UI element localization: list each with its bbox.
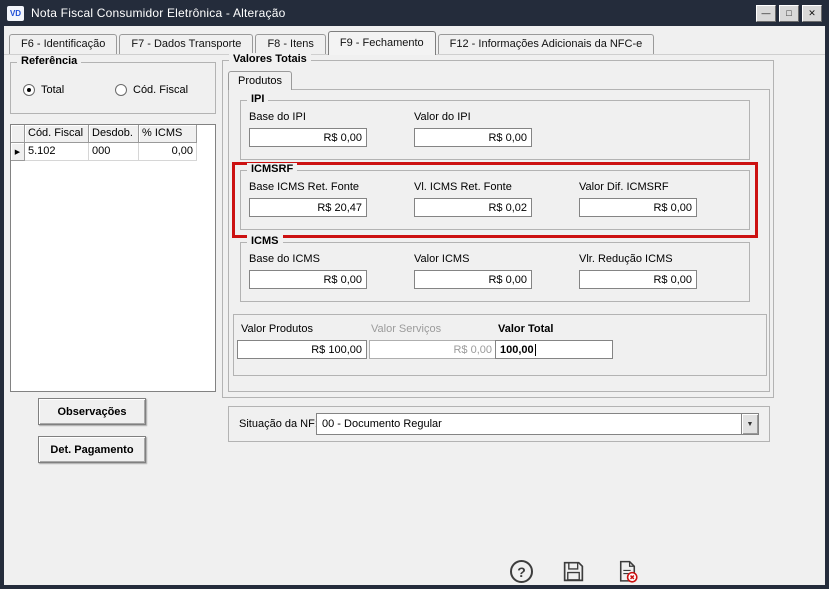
save-icon xyxy=(563,561,584,582)
tab-f6-identificacao[interactable]: F6 - Identificação xyxy=(9,34,118,54)
radio-total-label: Total xyxy=(41,84,65,96)
radio-cod-fiscal-label: Cód. Fiscal xyxy=(133,84,189,96)
valor-icms-label: Valor ICMS xyxy=(414,253,470,265)
cell-cod-fiscal: 5.102 xyxy=(25,143,89,161)
grid-col-desdob[interactable]: Desdob. xyxy=(89,125,139,143)
det-pagamento-button[interactable]: Det. Pagamento xyxy=(38,436,146,463)
ipi-group: IPI Base do IPI R$ 0,00 Valor do IPI R$ … xyxy=(240,93,750,160)
situacao-select[interactable]: 00 - Documento Regular ▼ xyxy=(316,413,759,435)
valor-servicos-label: Valor Serviços xyxy=(371,323,442,335)
valor-ipi-field[interactable]: R$ 0,00 xyxy=(414,128,532,147)
maximize-button[interactable]: □ xyxy=(779,4,799,22)
vlr-reducao-icms-field[interactable]: R$ 0,00 xyxy=(579,270,697,289)
icms-group: ICMS Base do ICMS R$ 0,00 Valor ICMS R$ … xyxy=(240,235,750,302)
grid-col-cod-fiscal[interactable]: Cód. Fiscal xyxy=(25,125,89,143)
vl-icms-ret-fonte-label: Vl. ICMS Ret. Fonte xyxy=(414,181,512,193)
close-icon: ✕ xyxy=(808,7,816,18)
minimize-button[interactable]: — xyxy=(756,4,776,22)
text-caret xyxy=(534,343,536,356)
grid-indicator-header xyxy=(11,125,25,143)
totais-box: Valor Produtos R$ 100,00 Valor Serviços … xyxy=(233,314,767,376)
observacoes-button[interactable]: Observações xyxy=(38,398,146,425)
valor-icms-field[interactable]: R$ 0,00 xyxy=(414,270,532,289)
radio-option-cod-fiscal[interactable]: Cód. Fiscal xyxy=(115,83,188,97)
cell-icms: 0,00 xyxy=(139,143,197,161)
valor-dif-icmsrf-label: Valor Dif. ICMSRF xyxy=(579,181,669,193)
tab-produtos[interactable]: Produtos xyxy=(228,71,293,90)
dropdown-button[interactable]: ▼ xyxy=(741,414,758,434)
ipi-title: IPI xyxy=(247,93,269,105)
icmsrf-title: ICMSRF xyxy=(247,163,298,175)
situacao-label: Situação da NF: xyxy=(239,418,318,430)
tab-f7-dados-transporte[interactable]: F7 - Dados Transporte xyxy=(119,34,254,54)
tab-f8-itens[interactable]: F8 - Itens xyxy=(255,34,326,54)
valor-dif-icmsrf-field[interactable]: R$ 0,00 xyxy=(579,198,697,217)
radio-cod-fiscal-icon xyxy=(115,84,127,96)
situacao-panel: Situação da NF: 00 - Documento Regular ▼ xyxy=(228,406,770,442)
row-indicator: ▶ xyxy=(11,143,25,161)
window-title: Nota Fiscal Consumidor Eletrônica - Alte… xyxy=(31,6,286,20)
cell-desdob: 000 xyxy=(89,143,139,161)
document-cancel-icon xyxy=(619,560,638,583)
valores-totais-title: Valores Totais xyxy=(229,53,311,65)
valor-total-field[interactable]: 100,00 xyxy=(495,340,613,359)
base-ipi-field[interactable]: R$ 0,00 xyxy=(249,128,367,147)
vl-icms-ret-fonte-field[interactable]: R$ 0,02 xyxy=(414,198,532,217)
valor-produtos-label: Valor Produtos xyxy=(241,323,313,335)
close-button[interactable]: ✕ xyxy=(802,4,822,22)
icms-title: ICMS xyxy=(247,235,283,247)
valor-produtos-field[interactable]: R$ 100,00 xyxy=(237,340,367,359)
tab-f12-informacoes-adicionais[interactable]: F12 - Informações Adicionais da NFC-e xyxy=(437,34,655,54)
base-ipi-label: Base do IPI xyxy=(249,111,306,123)
valor-total-label: Valor Total xyxy=(498,323,554,335)
valor-ipi-label: Valor do IPI xyxy=(414,111,471,123)
base-icms-field[interactable]: R$ 0,00 xyxy=(249,270,367,289)
radio-total-icon xyxy=(23,84,35,96)
tab-bar: F6 - Identificação F7 - Dados Transporte… xyxy=(4,31,825,55)
cancel-document-button[interactable] xyxy=(614,558,641,585)
window-controls: — □ ✕ xyxy=(756,4,822,22)
valor-servicos-field: R$ 0,00 xyxy=(369,340,497,359)
app-window: VD Nota Fiscal Consumidor Eletrônica - A… xyxy=(0,0,829,589)
base-icms-label: Base do ICMS xyxy=(249,253,320,265)
maximize-icon: □ xyxy=(786,7,792,18)
help-icon: ? xyxy=(510,560,533,583)
radio-option-total[interactable]: Total xyxy=(23,83,64,97)
referencia-group: Referência Total Cód. Fiscal xyxy=(10,55,216,114)
vlr-reducao-icms-label: Vlr. Redução ICMS xyxy=(579,253,673,265)
app-icon: VD xyxy=(7,5,24,21)
grid-col-icms[interactable]: % ICMS xyxy=(139,125,197,143)
row-selector-icon: ▶ xyxy=(14,148,21,156)
table-row[interactable]: ▶ 5.102 000 0,00 xyxy=(11,143,215,161)
grid-header: Cód. Fiscal Desdob. % ICMS xyxy=(11,125,215,143)
chevron-down-icon: ▼ xyxy=(746,420,754,428)
icmsrf-group: ICMSRF Base ICMS Ret. Fonte R$ 20,47 Vl.… xyxy=(232,162,758,238)
situacao-value: 00 - Documento Regular xyxy=(322,418,442,430)
minimize-icon: — xyxy=(761,7,771,18)
base-icms-ret-fonte-label: Base ICMS Ret. Fonte xyxy=(249,181,360,193)
base-icms-ret-fonte-field[interactable]: R$ 20,47 xyxy=(249,198,367,217)
help-button[interactable]: ? xyxy=(508,558,535,585)
items-grid[interactable]: Cód. Fiscal Desdob. % ICMS ▶ 5.102 000 0… xyxy=(10,124,216,392)
title-bar[interactable]: VD Nota Fiscal Consumidor Eletrônica - A… xyxy=(0,0,829,26)
save-button[interactable] xyxy=(560,558,587,585)
referencia-title: Referência xyxy=(17,55,82,67)
tab-f9-fechamento[interactable]: F9 - Fechamento xyxy=(327,31,436,55)
